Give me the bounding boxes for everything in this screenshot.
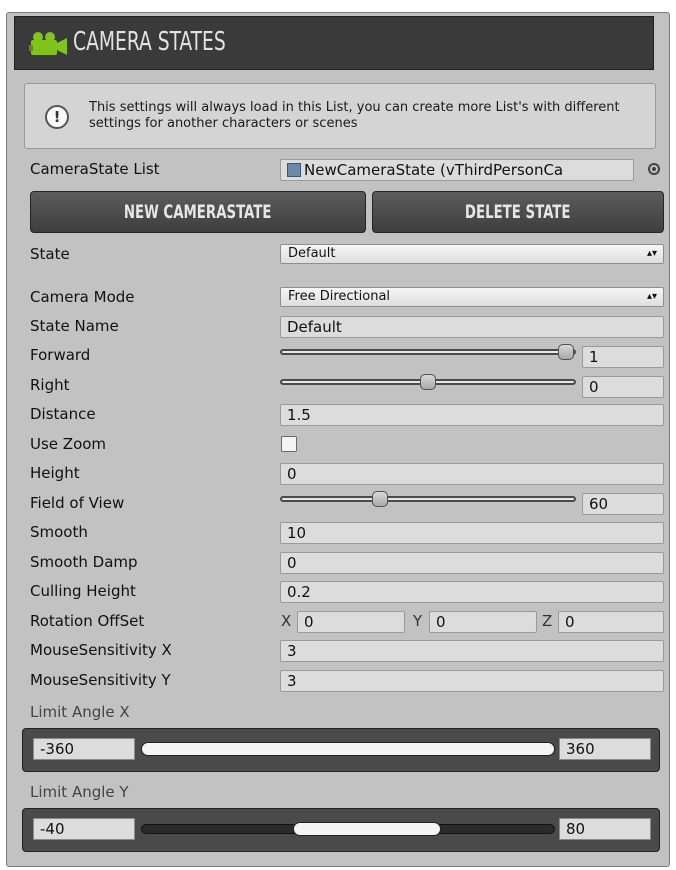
culling-height-input[interactable]: 0.2 (280, 581, 664, 603)
new-camerastate-button[interactable]: NEW CAMERASTATE (30, 191, 366, 233)
height-input[interactable]: 0 (280, 463, 664, 485)
state-dropdown[interactable]: Default ▴▾ (280, 244, 664, 264)
forward-slider-thumb[interactable] (558, 344, 574, 360)
state-label: State (30, 245, 70, 263)
mouse-sensitivity-x-input[interactable]: 3 (280, 640, 664, 662)
info-icon: ! (45, 105, 69, 129)
distance-label: Distance (30, 405, 96, 423)
dropdown-arrows-icon: ▴▾ (646, 291, 657, 302)
scriptable-object-icon (287, 163, 301, 177)
mouse-sensitivity-y-label: MouseSensitivity Y (30, 671, 171, 689)
rotation-x-label: X (281, 612, 292, 630)
limit-angle-x-minmax: -360 360 (22, 728, 660, 772)
delete-state-button[interactable]: DELETE STATE (372, 191, 664, 233)
new-camerastate-label: NEW CAMERASTATE (124, 201, 272, 223)
height-label: Height (30, 464, 80, 482)
limit-y-max-input[interactable]: 80 (559, 818, 651, 840)
limit-x-range-handle[interactable] (141, 742, 555, 756)
limit-x-max-input[interactable]: 360 (559, 738, 651, 760)
rotation-z-label: Z (542, 612, 553, 630)
mouse-sensitivity-x-label: MouseSensitivity X (30, 641, 172, 659)
camera-icon (29, 32, 67, 55)
object-picker-icon[interactable] (648, 163, 660, 175)
smooth-damp-label: Smooth Damp (30, 553, 138, 571)
rotation-y-label: Y (413, 612, 423, 630)
state-name-label: State Name (30, 317, 119, 335)
limit-angle-y-label: Limit Angle Y (30, 783, 129, 801)
limit-x-min-input[interactable]: -360 (33, 738, 135, 760)
mouse-sensitivity-y-input[interactable]: 3 (280, 670, 664, 692)
use-zoom-label: Use Zoom (30, 435, 107, 453)
distance-input[interactable]: 1.5 (280, 404, 664, 426)
dropdown-arrows-icon: ▴▾ (646, 248, 657, 259)
rotation-offset-label: Rotation OffSet (30, 612, 145, 630)
forward-input[interactable]: 1 (582, 346, 664, 368)
limit-angle-y-minmax: -40 80 (22, 808, 660, 852)
field-of-view-slider-track[interactable] (280, 496, 576, 502)
header-bar: CAMERA STATES (14, 16, 654, 70)
camerastate-list-field[interactable]: NewCameraState (vThirdPersonCa (280, 159, 634, 181)
page-title: CAMERA STATES (73, 27, 226, 57)
camerastate-list-value: NewCameraState (vThirdPersonCa (304, 161, 564, 179)
forward-label: Forward (30, 346, 91, 364)
right-slider-thumb[interactable] (420, 374, 436, 390)
camera-mode-dropdown[interactable]: Free Directional ▴▾ (280, 287, 664, 307)
limit-y-range-handle[interactable] (293, 822, 441, 836)
smooth-label: Smooth (30, 523, 88, 541)
right-input[interactable]: 0 (582, 376, 664, 398)
smooth-damp-input[interactable]: 0 (280, 552, 664, 574)
camerastate-list-label: CameraState List (30, 160, 160, 178)
use-zoom-checkbox[interactable] (281, 436, 297, 452)
field-of-view-slider-thumb[interactable] (372, 491, 388, 507)
field-of-view-input[interactable]: 60 (582, 493, 664, 515)
info-helpbox: ! This settings will always load in this… (24, 83, 656, 149)
state-dropdown-value: Default (288, 246, 336, 261)
help-message: This settings will always load in this L… (89, 100, 620, 131)
camera-mode-value: Free Directional (288, 289, 391, 304)
rotation-x-input[interactable]: 0 (297, 611, 405, 633)
delete-state-label: DELETE STATE (465, 201, 571, 223)
smooth-input[interactable]: 10 (280, 522, 664, 544)
field-of-view-label: Field of View (30, 494, 125, 512)
rotation-z-input[interactable]: 0 (558, 611, 664, 633)
limit-y-min-input[interactable]: -40 (33, 818, 135, 840)
camera-mode-label: Camera Mode (30, 288, 135, 306)
right-label: Right (30, 376, 70, 394)
rotation-y-input[interactable]: 0 (429, 611, 537, 633)
culling-height-label: Culling Height (30, 582, 136, 600)
forward-slider-track[interactable] (280, 349, 576, 355)
state-name-input[interactable]: Default (280, 316, 664, 338)
limit-angle-x-label: Limit Angle X (30, 703, 130, 721)
